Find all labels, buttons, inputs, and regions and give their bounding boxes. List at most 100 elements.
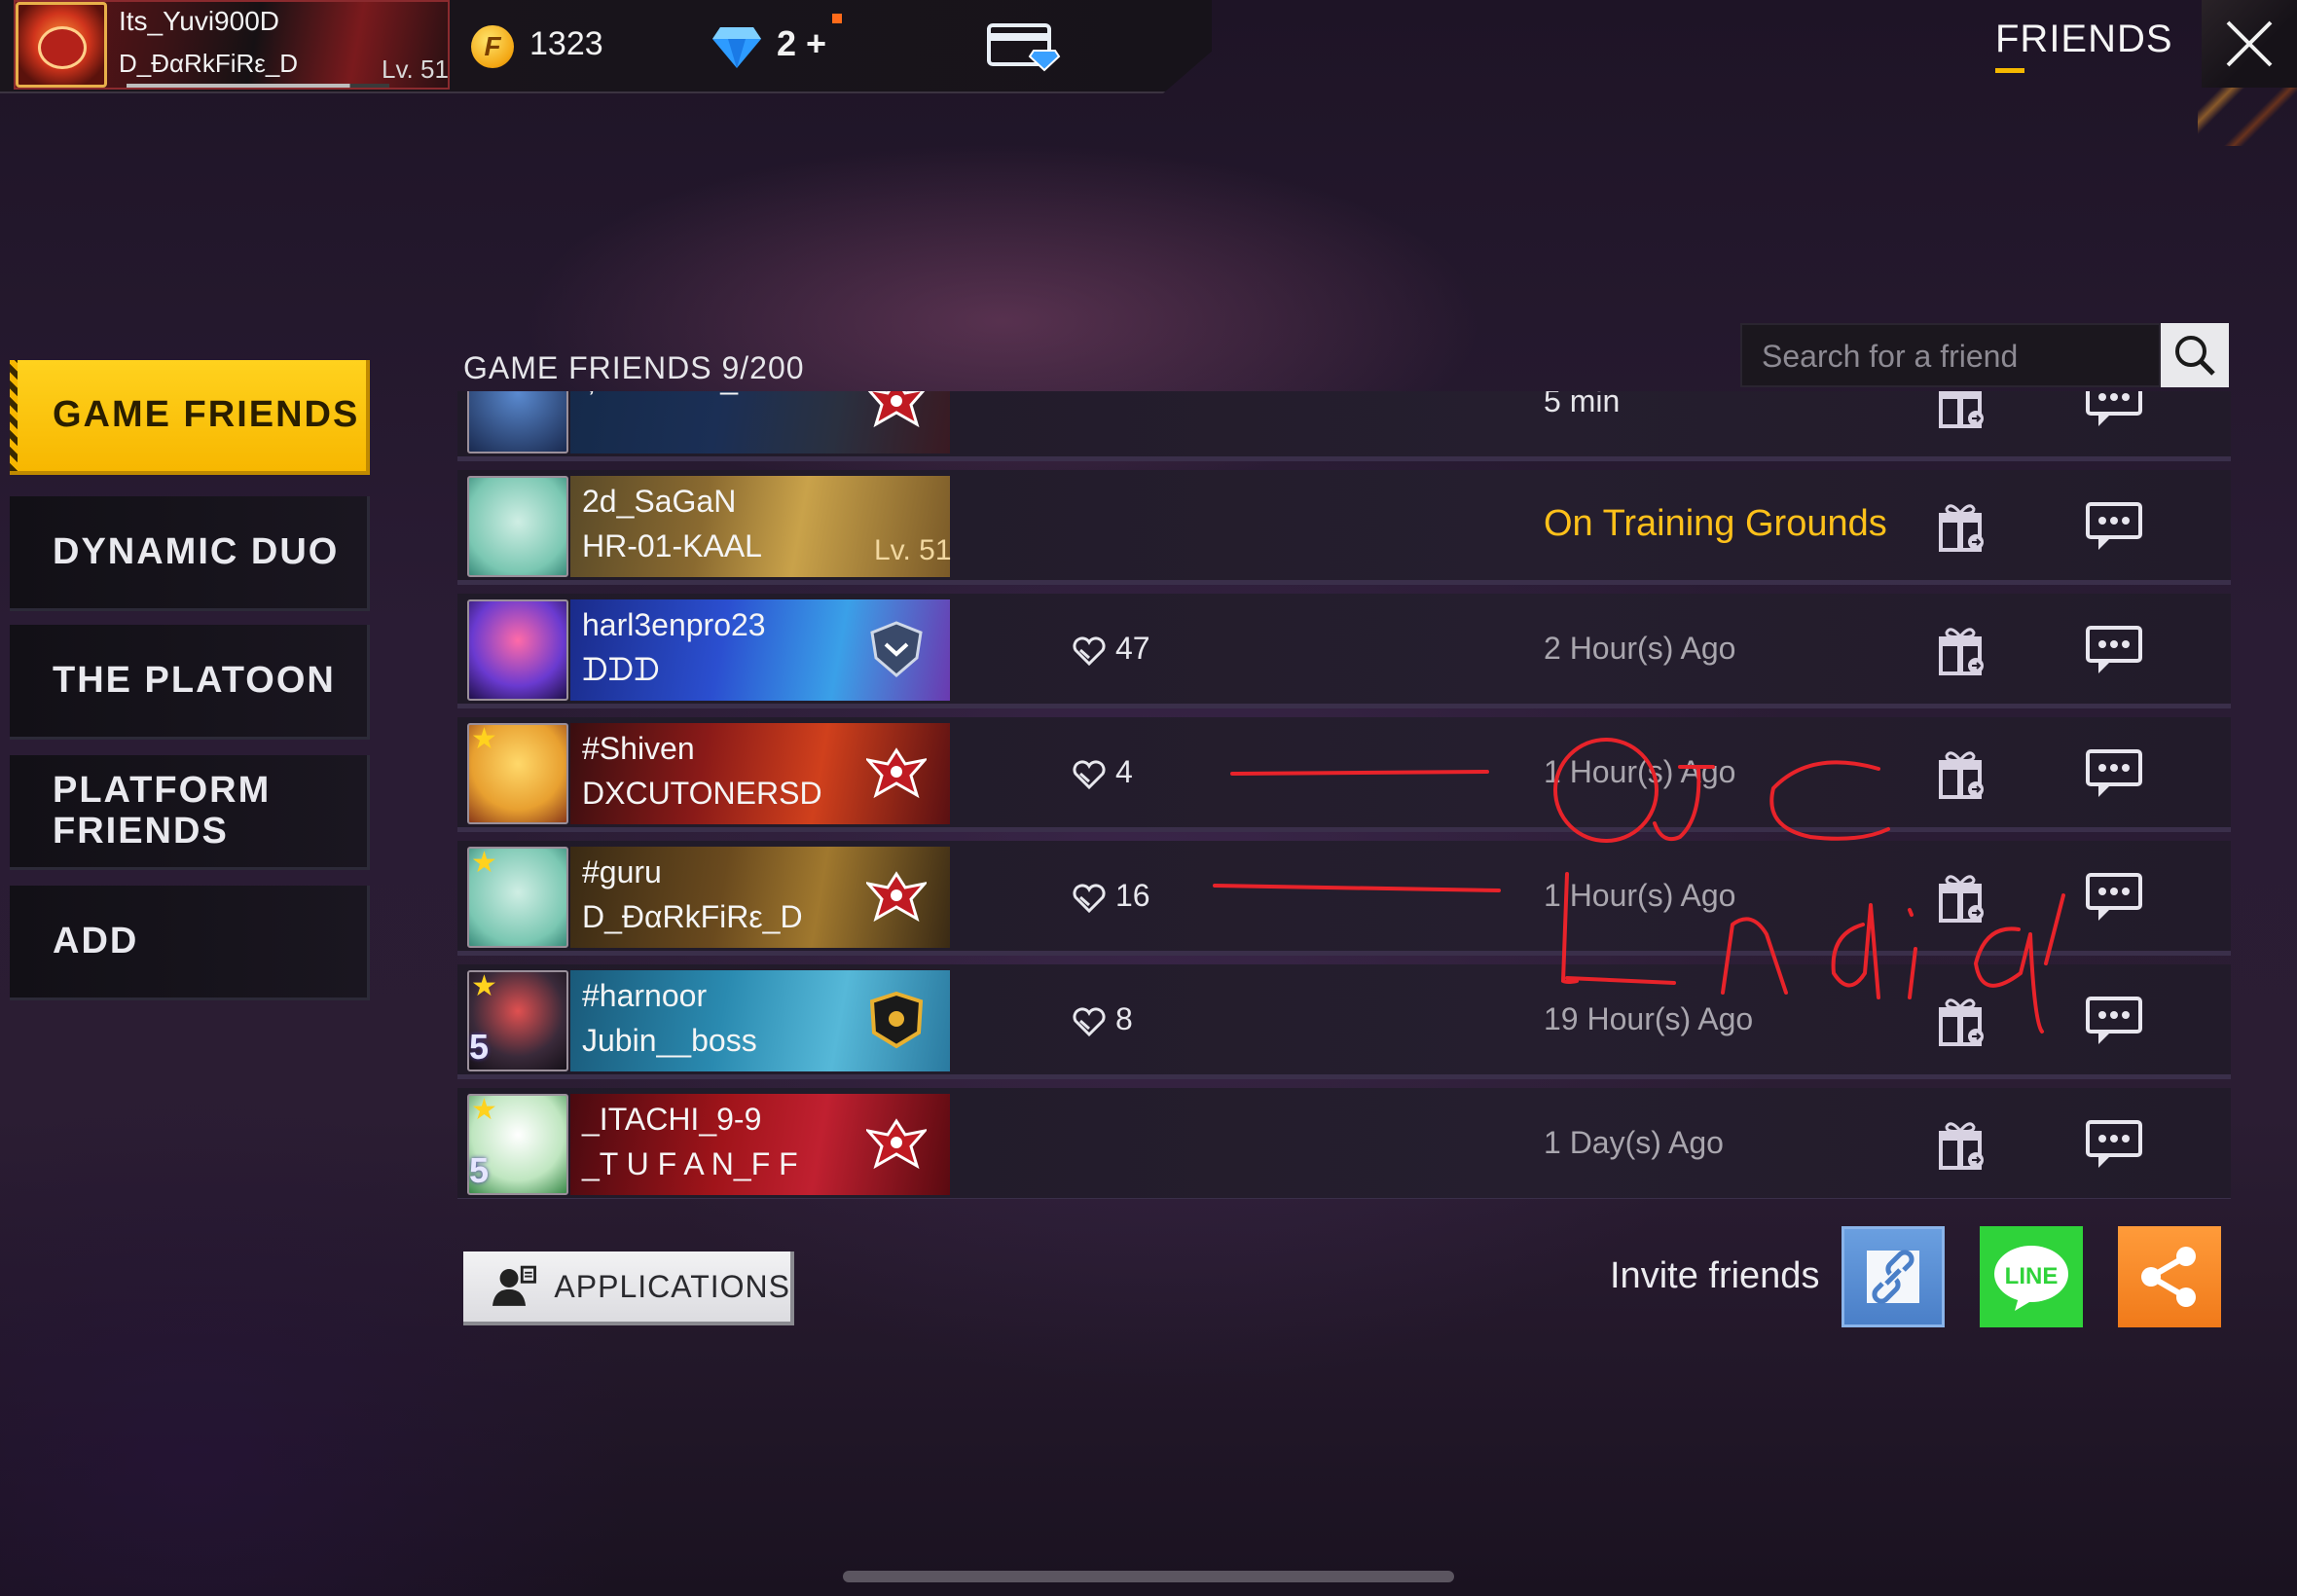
friend-row[interactable]: harl3enpro23 ᗪᗪᗪ 47 2 Hour(s) Ago [457,594,2231,708]
star-badge-icon: ★ [471,846,497,880]
friend-name: #Shiven [582,731,695,766]
guild-wing-emblem-icon [866,1118,927,1170]
star-badge-icon: ★ [471,969,497,1003]
friend-guild: Jubin__boss [582,1023,757,1058]
menu-label: GAME FRIENDS [53,394,360,436]
player-name: Its_Yuvi900D [119,6,279,36]
friend-status: 1 Hour(s) Ago [1544,878,1736,913]
friend-avatar[interactable] [467,391,568,453]
menu-platform-friends[interactable]: PLATFORM FRIENDS [10,755,370,870]
home-indicator[interactable] [843,1571,1454,1582]
guild-shield-emblem-icon [870,621,923,677]
coin-balance: 1323 [529,25,603,62]
rank-badge: 5 [469,1027,490,1067]
menu-game-friends[interactable]: GAME FRIENDS [10,360,370,475]
friend-guild: _T U F A N_F F [582,1146,798,1181]
friend-status: On Training Grounds [1544,503,1887,544]
like-count: 8 [1115,1001,1133,1036]
membership-card-icon[interactable] [985,21,1061,72]
send-gift-icon[interactable] [1937,870,1987,925]
search-input[interactable]: Search for a friend [1740,323,2161,387]
friend-status: 1 Hour(s) Ago [1544,754,1736,789]
chat-message-icon[interactable] [2085,391,2143,428]
friend-row[interactable]: ĻEGENĐ-_-FF 5 min [457,391,2231,461]
friend-row[interactable]: ★ #guru D_ĐαRkFiRε_D 16 1 Hour(s) Ago [457,841,2231,956]
friend-row[interactable]: ★ #Shiven DXCUTONERSD 4 1 Hour(s) Ago [457,717,2231,832]
invite-share-button[interactable] [2118,1226,2221,1327]
friends-count-header: GAME FRIENDS 9/200 [463,350,805,385]
invite-line-button[interactable]: LINE [1980,1226,2083,1327]
send-gift-icon[interactable] [1937,623,1987,677]
title-underline [1995,68,2024,73]
menu-dynamic-duo[interactable]: DYNAMIC DUO [10,496,370,611]
player-avatar[interactable] [16,2,107,88]
friend-status: 2 Hour(s) Ago [1544,631,1736,666]
like-heart-icon [1073,760,1106,789]
user-request-icon [492,1265,536,1306]
friend-name: harl3enpro23 [582,607,766,642]
friend-row[interactable]: 2d_SaGaN HR-01-KAAL Lv. 51 On Training Grou… [457,470,2231,585]
friend-guild: DXCUTONERSD [582,776,822,811]
friend-row[interactable]: ★ 5 #harnoor Jubin__boss 8 19 Hour(s) Ago [457,964,2231,1079]
rank-badge: 5 [469,1150,490,1190]
friend-avatar[interactable] [467,476,568,577]
level-progress-bar [127,84,389,88]
player-guild: D_ĐαRkFiRε_D [119,49,299,78]
chat-message-icon[interactable] [2085,625,2143,675]
send-gift-icon[interactable] [1937,391,1987,430]
share-icon [2141,1247,2196,1307]
friend-avatar[interactable] [467,599,568,701]
diamond-balance[interactable]: 2 + [777,23,826,64]
invite-friends-label: Invite friends [1610,1255,1820,1296]
send-gift-icon[interactable] [1937,1117,1987,1172]
send-gift-icon[interactable] [1937,746,1987,801]
guild-badge-emblem-icon [869,991,924,1049]
search-icon [2175,336,2215,376]
guild-wing-emblem-icon [866,747,927,799]
chat-message-icon[interactable] [2085,1119,2143,1170]
friend-name: ĻEGENĐ-_-FF [582,391,786,396]
send-gift-icon[interactable] [1937,499,1987,554]
friend-name: 2d_SaGaN [582,484,737,519]
like-count: 4 [1115,754,1133,789]
menu-label: DYNAMIC DUO [53,530,340,572]
like-heart-icon [1073,884,1106,913]
invite-link-button[interactable] [1841,1226,1945,1327]
friend-name: _ITACHI_9-9 [582,1102,762,1137]
menu-the-platoon[interactable]: THE PLATOON [10,625,370,740]
like-count: 16 [1115,878,1150,913]
applications-button[interactable]: APPLICATIONS [463,1251,794,1325]
friend-status: 5 min [1544,391,1621,418]
send-gift-icon[interactable] [1937,994,1987,1048]
diamond-icon[interactable] [711,23,763,70]
line-app-label: LINE [2005,1263,2059,1289]
close-icon [2226,20,2273,67]
star-badge-icon: ★ [471,722,497,756]
menu-add[interactable]: ADD [10,886,370,1000]
friend-level: Lv. 51 [874,534,952,566]
friend-guild: D_ĐαRkFiRε_D [582,899,803,934]
link-icon [1867,1250,1919,1304]
gold-coin-icon: F [471,25,514,68]
menu-label: PLATFORM FRIENDS [53,769,272,852]
close-button[interactable] [2202,0,2297,88]
friend-guild: HR-01-KAAL [582,528,762,563]
friends-list[interactable]: ĻEGENĐ-_-FF 5 min 2d_SaGaN HR-01-KAAL Lv. 51… [457,391,2231,1199]
chat-message-icon[interactable] [2085,872,2143,923]
chat-message-icon[interactable] [2085,748,2143,799]
friend-guild: ᗪᗪᗪ [582,652,660,687]
line-app-icon: LINE [1994,1246,2068,1311]
search-button[interactable] [2161,323,2229,387]
like-heart-icon [1073,636,1106,666]
chat-message-icon[interactable] [2085,996,2143,1046]
diamond-plus: + [806,23,827,63]
guild-wing-emblem-icon [866,871,927,923]
friend-name: #harnoor [582,978,708,1013]
friend-name: #guru [582,854,662,889]
player-level: Lv. 51 [382,54,449,84]
guild-wing-emblem-icon [867,391,926,428]
chat-message-icon[interactable] [2085,501,2143,552]
friend-row[interactable]: ★ 5 _ITACHI_9-9 _T U F A N_F F 1 Day(s) Ago [457,1088,2231,1199]
friend-status: 19 Hour(s) Ago [1544,1001,1754,1036]
star-badge-icon: ★ [471,1093,497,1127]
